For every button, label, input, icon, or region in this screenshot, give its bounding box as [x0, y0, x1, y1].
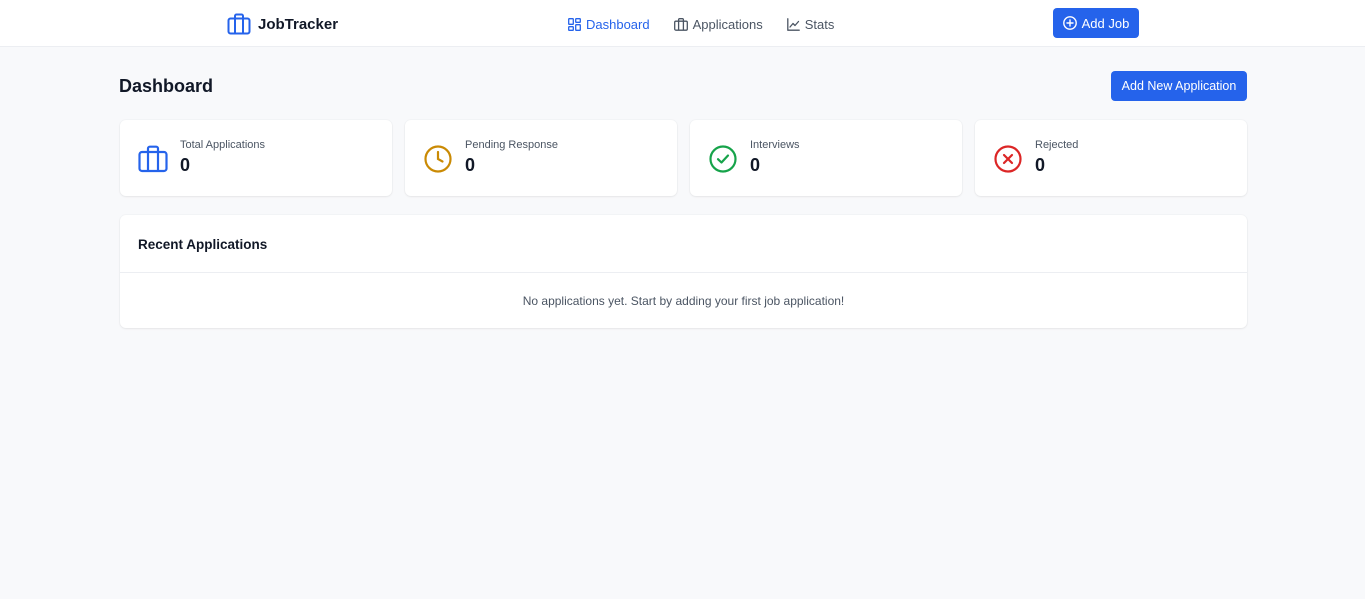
stat-card-pending: Pending Response 0 — [405, 120, 677, 196]
stat-card-interviews: Interviews 0 — [690, 120, 962, 196]
stat-label: Total Applications — [180, 139, 265, 151]
stat-value: 0 — [1035, 155, 1046, 175]
x-circle-icon — [994, 145, 1022, 173]
nav-item-stats[interactable]: Stats — [786, 16, 835, 32]
nav-item-label: Dashboard — [586, 16, 650, 32]
line-chart-icon — [786, 17, 800, 31]
stat-value: 0 — [180, 155, 191, 175]
nav-item-dashboard[interactable]: Dashboard — [568, 17, 650, 32]
brand-logo-link[interactable]: JobTracker — [227, 12, 338, 36]
check-circle-icon — [709, 145, 737, 173]
stat-card-rejected: Rejected 0 — [975, 120, 1247, 196]
briefcase-icon — [673, 17, 688, 31]
divider — [120, 272, 1247, 273]
briefcase-icon — [227, 13, 251, 35]
stat-label: Rejected — [1035, 139, 1079, 151]
stat-card-total: Total Applications 0 — [120, 120, 392, 196]
recent-applications-panel: Recent Applications No applications yet.… — [120, 215, 1247, 328]
clock-icon — [424, 145, 452, 173]
nav-item-label: Stats — [804, 16, 835, 32]
nav-item-applications[interactable]: Applications — [673, 16, 763, 32]
recent-applications-title: Recent Applications — [138, 237, 268, 252]
top-navbar: JobTracker Dashboard Applications Stats … — [0, 0, 1365, 47]
empty-state-message: No applications yet. Start by adding you… — [522, 294, 845, 308]
main-nav: Dashboard Applications Stats — [568, 14, 834, 34]
stat-label: Pending Response — [465, 139, 558, 151]
add-job-button[interactable]: Add Job — [1053, 8, 1139, 38]
stat-value: 0 — [465, 155, 476, 175]
grid-icon — [568, 17, 581, 31]
stat-label: Interviews — [750, 139, 800, 151]
nav-item-label: Applications — [692, 16, 763, 32]
add-new-application-button[interactable]: Add New Application — [1111, 71, 1247, 101]
briefcase-icon — [138, 145, 168, 173]
stat-value: 0 — [750, 155, 761, 175]
brand-name: JobTracker — [258, 15, 339, 33]
plus-circle-icon — [1062, 16, 1077, 30]
page-title: Dashboard — [119, 76, 214, 96]
add-job-label: Add Job — [1081, 15, 1130, 31]
